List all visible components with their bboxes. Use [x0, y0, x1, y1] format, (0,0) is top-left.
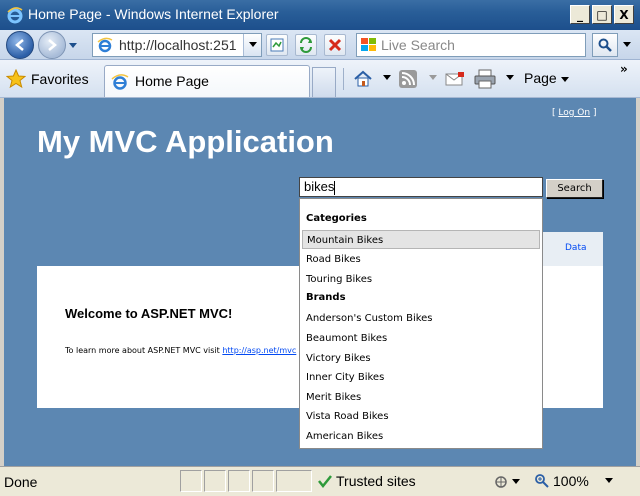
print-button[interactable] — [474, 69, 496, 89]
printer-icon — [474, 69, 496, 89]
autocomplete-item[interactable]: Victory Bikes — [302, 349, 540, 368]
close-button[interactable]: X — [614, 5, 634, 24]
protected-mode-button[interactable] — [494, 473, 524, 491]
tab-home-page[interactable]: Home Page — [104, 65, 310, 97]
chevron-down-icon[interactable] — [383, 75, 391, 81]
app-title: My MVC Application — [37, 124, 334, 159]
status-pane — [276, 470, 312, 492]
chevron-down-icon — [560, 77, 569, 82]
autocomplete-header-categories: Categories — [306, 213, 367, 224]
mail-icon — [445, 72, 464, 86]
status-pane — [204, 470, 226, 492]
stop-button[interactable] — [324, 34, 346, 56]
url-input[interactable]: http://localhost:251 — [92, 33, 262, 57]
back-arrow-icon — [15, 39, 24, 51]
recent-pages-dropdown-icon[interactable] — [68, 40, 78, 50]
autocomplete-item[interactable]: Mountain Bikes — [302, 230, 540, 249]
autocomplete-item[interactable]: Anderson's Custom Bikes — [302, 309, 540, 328]
refresh-button[interactable] — [295, 34, 317, 56]
logon-area: [ Log On ] — [552, 108, 596, 118]
toolbar-separator — [343, 68, 344, 90]
compatibility-icon — [270, 38, 284, 52]
learn-more-link[interactable]: http://asp.net/mvc — [222, 346, 296, 355]
tab-label: Home Page — [135, 73, 209, 89]
url-text: http://localhost:251 — [119, 37, 237, 53]
live-search-placeholder: Live Search — [381, 37, 455, 53]
learn-more-text: To learn more about ASP.NET MVC visit — [65, 346, 223, 355]
site-search-value: bikes — [304, 179, 335, 194]
home-button[interactable] — [352, 69, 374, 89]
autocomplete-item[interactable]: Road Bikes — [302, 250, 540, 269]
window-titlebar: Home Page - Windows Internet Explorer _ … — [0, 0, 640, 30]
feeds-button[interactable] — [397, 69, 419, 89]
site-search-button[interactable]: Search — [546, 179, 603, 198]
site-search-input[interactable]: bikes — [299, 177, 543, 197]
autocomplete-item[interactable]: Beaumont Bikes — [302, 329, 540, 348]
favorites-button[interactable]: Favorites — [6, 68, 89, 90]
maximize-button[interactable]: □ — [592, 5, 612, 24]
chevron-down-icon — [604, 478, 613, 483]
status-pane — [228, 470, 250, 492]
chevron-down-icon — [512, 479, 520, 484]
security-zone-label: Trusted sites — [336, 473, 416, 489]
favorites-label: Favorites — [31, 71, 89, 87]
page-menu[interactable]: Page — [524, 70, 569, 86]
zoom-level: 100% — [553, 473, 589, 489]
text-cursor — [334, 180, 336, 195]
autocomplete-dropdown: Categories Mountain Bikes Road Bikes Tou… — [299, 198, 543, 449]
back-button[interactable] — [6, 31, 34, 59]
status-pane — [180, 470, 202, 492]
chevron-down-icon — [623, 42, 631, 47]
globe-gear-icon — [495, 476, 507, 488]
more-commands-button[interactable]: » — [620, 62, 628, 76]
learn-more-paragraph: To learn more about ASP.NET MVC visit ht… — [65, 346, 296, 355]
autocomplete-item[interactable]: Touring Bikes — [302, 270, 540, 289]
zoom-magnifier-icon — [535, 474, 549, 488]
menu-strip: Data — [541, 232, 603, 266]
star-icon — [6, 69, 26, 89]
status-text: Done — [4, 474, 38, 490]
checkmark-icon — [318, 475, 332, 488]
autocomplete-header-brands: Brands — [306, 292, 346, 303]
chevron-down-icon — [248, 42, 257, 47]
welcome-heading: Welcome to ASP.NET MVC! — [65, 306, 233, 321]
refresh-icon — [300, 37, 312, 53]
command-bar: Favorites Home Page Page » — [0, 60, 640, 98]
status-pane — [252, 470, 274, 492]
browser-viewport: [ Log On ] My MVC Application Data Welco… — [4, 98, 636, 466]
window-title: Home Page - Windows Internet Explorer — [28, 6, 279, 22]
live-search-button[interactable] — [592, 33, 618, 57]
ie-page-icon — [97, 37, 113, 53]
menu-item-data[interactable]: Data — [565, 243, 587, 253]
windows-live-icon — [361, 38, 376, 51]
logon-link[interactable]: Log On — [558, 108, 590, 118]
chevron-down-icon[interactable] — [429, 75, 437, 81]
autocomplete-item[interactable]: Merit Bikes — [302, 388, 540, 407]
live-search-input[interactable]: Live Search — [356, 33, 586, 57]
forward-arrow-icon — [48, 39, 57, 51]
stop-icon — [328, 38, 342, 52]
rss-feed-icon — [399, 70, 417, 88]
autocomplete-item[interactable]: Inner City Bikes — [302, 368, 540, 387]
search-options-dropdown[interactable] — [620, 38, 634, 52]
autocomplete-item[interactable]: Vista Road Bikes — [302, 407, 540, 426]
ie-page-icon — [111, 74, 129, 90]
security-zone[interactable]: Trusted sites — [318, 473, 416, 489]
zoom-control[interactable]: 100% — [534, 473, 614, 489]
compatibility-view-button[interactable] — [266, 34, 288, 56]
address-bar: http://localhost:251 Live Search — [0, 30, 640, 60]
minimize-button[interactable]: _ — [570, 5, 590, 24]
autocomplete-item[interactable]: American Bikes — [302, 427, 540, 446]
page-menu-label: Page — [524, 70, 557, 86]
logon-bracket-right: ] — [590, 108, 597, 118]
ie-logo-icon — [7, 7, 23, 24]
read-mail-button[interactable] — [444, 69, 466, 89]
magnifier-icon — [598, 38, 612, 52]
home-icon — [354, 70, 372, 87]
status-bar: Done Trusted sites 100% — [0, 466, 640, 496]
chevron-down-icon[interactable] — [506, 75, 514, 81]
new-tab-button[interactable] — [312, 67, 336, 97]
url-dropdown-button[interactable] — [243, 34, 261, 56]
forward-button[interactable] — [38, 31, 66, 59]
